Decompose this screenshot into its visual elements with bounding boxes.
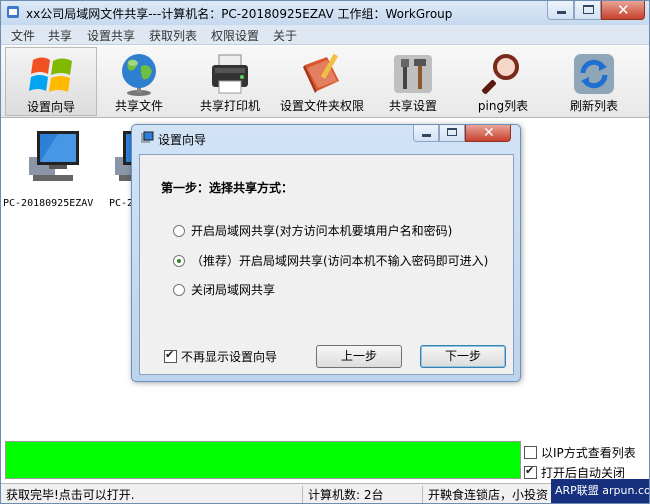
printer-icon: [212, 54, 248, 94]
dialog-maximize-button[interactable]: [439, 125, 465, 142]
maximize-button[interactable]: [574, 1, 601, 20]
dialog-close-button[interactable]: ✕: [465, 125, 511, 142]
computer-name: PC-20180925EZAV: [3, 198, 94, 209]
dont-show-label: 不再显示设置向导: [181, 350, 278, 364]
dont-show-option[interactable]: 不再显示设置向导: [164, 348, 277, 365]
windows-logo-icon: [29, 57, 72, 92]
tool-label: 设置向导: [26, 100, 75, 114]
menu-set-share[interactable]: 设置共享: [87, 27, 135, 44]
refresh-list-button[interactable]: 刷新列表: [561, 47, 627, 116]
status-ad-text[interactable]: 开鞅食连锁店，小投资: [425, 486, 549, 503]
dialog-app-icon: [141, 131, 154, 143]
window-title: xx公司局域网文件共享---计算机名：PC-20180925EZAV 工作组：W…: [26, 7, 453, 21]
ping-list-button[interactable]: ping列表: [471, 47, 535, 116]
radio-label: 关闭局域网共享: [191, 283, 276, 297]
radio-button[interactable]: [173, 225, 185, 237]
toolbar: 设置向导 共享文件 共享打印机 设置文件夹权限 共享设置 ping列表 刷新列表: [1, 46, 649, 118]
minimize-button[interactable]: [547, 1, 574, 20]
option-disable-share[interactable]: 关闭局域网共享: [173, 281, 275, 298]
radio-button[interactable]: [173, 284, 185, 296]
close-icon: ✕: [483, 125, 495, 141]
share-printer-button[interactable]: 共享打印机: [189, 47, 271, 116]
setup-wizard-dialog: 设置向导 ✕ 第一步：选择共享方式： 开启局域网共享(对方访问本机要填用户名和密…: [131, 124, 521, 382]
status-message: 获取完毕!点击可以打开.: [3, 486, 303, 503]
menu-bar: 文件 共享 设置共享 获取列表 权限设置 关于: [1, 25, 649, 45]
watermark: ARP联盟 arpun.com: [551, 479, 649, 503]
ip-view-option[interactable]: 以IP方式查看列表: [524, 444, 636, 461]
menu-get-list[interactable]: 获取列表: [149, 27, 197, 44]
ip-view-label: 以IP方式查看列表: [541, 446, 636, 460]
radio-button[interactable]: [173, 255, 185, 267]
dialog-minimize-button[interactable]: [413, 125, 439, 142]
dont-show-checkbox[interactable]: [164, 348, 177, 363]
step-title: 第一步：选择共享方式：: [161, 181, 294, 195]
setup-wizard-button[interactable]: 设置向导: [5, 47, 97, 116]
title-bar: xx公司局域网文件共享---计算机名：PC-20180925EZAV 工作组：W…: [1, 1, 649, 25]
menu-permissions[interactable]: 权限设置: [211, 27, 259, 44]
book-pencil-icon: [303, 53, 339, 93]
computer-item[interactable]: PC-20180925EZAV: [3, 129, 103, 209]
globe-icon: [122, 54, 156, 96]
close-button[interactable]: ✕: [601, 1, 645, 20]
tool-label: ping列表: [477, 99, 529, 113]
tool-label: 共享打印机: [199, 99, 260, 113]
progress-bar: [5, 441, 521, 479]
next-step-button[interactable]: 下一步: [420, 345, 506, 368]
radio-label: 开启局域网共享(对方访问本机要填用户名和密码): [191, 224, 453, 238]
dialog-body: 第一步：选择共享方式： 开启局域网共享(对方访问本机要填用户名和密码) （推荐）…: [139, 154, 514, 375]
menu-about[interactable]: 关于: [273, 27, 297, 44]
minimize-icon: [557, 11, 566, 14]
option-share-no-password[interactable]: （推荐）开启局域网共享(访问本机不输入密码即可进入): [173, 252, 488, 269]
folder-permissions-button[interactable]: 设置文件夹权限: [277, 47, 367, 116]
computer-name: PC-2: [109, 198, 134, 209]
app-icon: [7, 6, 19, 18]
share-settings-button[interactable]: 共享设置: [381, 47, 445, 116]
auto-close-label: 打开后自动关闭: [541, 466, 626, 480]
tool-label: 设置文件夹权限: [279, 99, 364, 113]
tool-label: 共享文件: [114, 99, 163, 113]
tools-icon: [394, 55, 432, 93]
maximize-icon: [583, 5, 594, 14]
dialog-title: 设置向导: [158, 133, 207, 147]
prev-step-button[interactable]: 上一步: [316, 345, 402, 368]
radio-label: （推荐）开启局域网共享(访问本机不输入密码即可进入): [191, 254, 489, 268]
auto-close-checkbox[interactable]: [524, 464, 537, 479]
menu-file[interactable]: 文件: [11, 27, 35, 44]
share-files-button[interactable]: 共享文件: [101, 47, 177, 116]
tool-label: 刷新列表: [569, 99, 618, 113]
menu-share[interactable]: 共享: [48, 27, 72, 44]
ip-view-checkbox[interactable]: [524, 446, 537, 459]
magnifier-icon: [482, 54, 519, 94]
computer-icon: [29, 131, 79, 181]
option-share-with-password[interactable]: 开启局域网共享(对方访问本机要填用户名和密码): [173, 222, 452, 239]
refresh-icon: [574, 54, 614, 94]
tool-label: 共享设置: [388, 99, 437, 113]
maximize-icon: [447, 128, 457, 136]
progress-fill: [6, 442, 520, 478]
minimize-icon: [422, 134, 431, 137]
close-icon: ✕: [617, 1, 630, 19]
computer-count: 计算机数: 2台: [305, 486, 423, 503]
